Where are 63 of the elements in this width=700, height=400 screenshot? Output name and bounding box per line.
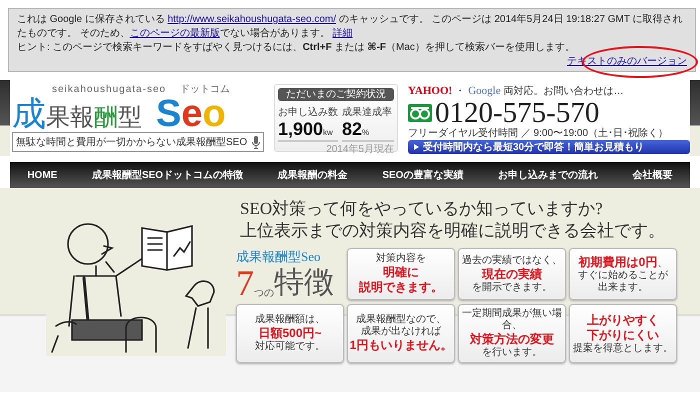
headline: SEO対策って何をやっているか知っていますか? 上位表示までの対策内容を明確に説明できる会社です。 — [240, 198, 666, 242]
feature-text: 対策内容を — [376, 253, 426, 264]
quick-quote-button[interactable]: 受付時間内なら最短30分で即答！簡単お見積もり — [408, 140, 690, 154]
cache-link[interactable]: このページの最新版 — [130, 28, 220, 39]
search-engine-name: Google — [468, 85, 501, 97]
stat-value: 82 — [342, 119, 362, 139]
feature-text: を行います。 — [482, 347, 542, 358]
feature-text: 一定期間成果が無い場合、 — [462, 308, 562, 331]
stat-label: 成果達成率 — [342, 106, 393, 119]
cache-link[interactable]: 詳細 — [332, 28, 353, 39]
feature-text: 過去の実績ではなく、 — [462, 254, 562, 266]
features-brand-text: 成果報酬型Seo — [236, 248, 322, 266]
nav-link[interactable]: HOME — [27, 170, 58, 180]
feature-text: 対応可能です。 — [255, 341, 325, 352]
search-engine-name: YAHOO! — [408, 85, 452, 97]
feature-text: すぐに始めることが — [578, 270, 668, 280]
stat-unit: % — [362, 128, 370, 137]
logo-tagline: seikahoushugata-seo — [52, 84, 166, 95]
free-dial-icon — [408, 104, 432, 122]
feature-text: 、 — [657, 258, 668, 268]
feature-card[interactable]: 過去の実績ではなく、 現在の実績 を開示できます。 — [458, 248, 566, 300]
highlight-text: 現在の実績 — [482, 266, 542, 280]
stat-unit: kw — [323, 128, 333, 137]
contact-lead-text: 両対応。お問い合わせは… — [504, 84, 624, 98]
nav-link[interactable]: SEOの豊富な実績 — [382, 168, 464, 182]
highlight-text: 対策方法の変更 — [470, 332, 554, 346]
feature-text: 提案を得意とします。 — [573, 342, 673, 354]
feature-text: 成果報酬額は、 — [255, 314, 325, 325]
search-field[interactable]: 無駄な時間と費用が一切かからない成果報酬型SEO — [12, 132, 264, 152]
feature-text: 成果が出なければ — [361, 326, 441, 337]
highlight-text: 1円もいりません。 — [350, 338, 452, 352]
highlight-text: 上がりやすく — [587, 312, 659, 326]
microphone-icon[interactable] — [252, 136, 260, 148]
separator-text: ・ — [455, 85, 466, 98]
feature-card[interactable]: 上がりやすく 下がりにくい 提案を得意とします。 — [569, 304, 677, 363]
site-logo[interactable]: 成果報酬型 Seo — [12, 96, 264, 132]
stat-value: 1,900 — [278, 119, 324, 139]
phone-number[interactable]: 0120-575-570 — [435, 99, 600, 127]
feature-text: を開示できます。 — [472, 282, 552, 292]
stat-label: お申し込み数 — [278, 106, 338, 119]
nav-link[interactable]: お申し込みまでの流れ — [498, 168, 598, 182]
nav-link[interactable]: 成果報酬型SEOドットコムの特徴 — [92, 168, 244, 182]
cache-link[interactable]: http://www.seikahoushugata-seo.com/ — [168, 14, 336, 25]
highlight-text: 下がりにくい — [587, 328, 659, 342]
highlight-text: 初期費用は0円 — [578, 254, 658, 268]
status-date: 2014年5月現在 — [325, 143, 394, 156]
feature-text: 成果報酬型なので、 — [356, 314, 446, 325]
highlight-text: 説明できます。 — [359, 280, 443, 294]
feature-card[interactable]: 対策内容を 明確に 説明できます。 — [347, 248, 455, 300]
feature-text: 出来ます。 — [598, 282, 648, 292]
logo-suffix: ドットコム — [180, 84, 230, 95]
highlight-text: 明確に — [383, 265, 419, 279]
business-hours-text: フリーダイヤル受付時間 ／ 9:00〜19:00（土･日･祝除く） — [408, 128, 670, 139]
feature-card[interactable]: 初期費用は0円、 すぐに始めることが 出来ます。 — [569, 248, 677, 300]
cache-notice-text: これは Google に保存されている http://www.seikahoushugata-seo.com/ のキャッシュです。 このページは 2014年5月24日 19:18:27 GMT に取得されたものです。 そのため、このページの最新版でない場合があります。 詳細 — [17, 13, 684, 41]
nav-link[interactable]: 成果報酬の料金 — [278, 168, 348, 182]
hint-text: ヒント: このページで検索キーワードをすばやく見つけるには、Ctrl+F または ⌘-F（Mac）を押して検索バーを使用します。 — [17, 41, 576, 55]
contract-status-title: ただいまのご契約状況 — [278, 88, 394, 101]
nav-link[interactable]: 会社概要 — [632, 168, 673, 182]
feature-card[interactable]: 成果報酬額は、 日額500円~ 対応可能です。 — [236, 304, 344, 363]
feature-card[interactable]: 成果報酬型なので、 成果が出なければ 1円もいりません。 — [347, 304, 455, 363]
feature-card[interactable]: 一定期間成果が無い場合、 対策方法の変更 を行います。 — [458, 304, 566, 363]
highlight-text: 日額500円~ — [258, 326, 322, 340]
